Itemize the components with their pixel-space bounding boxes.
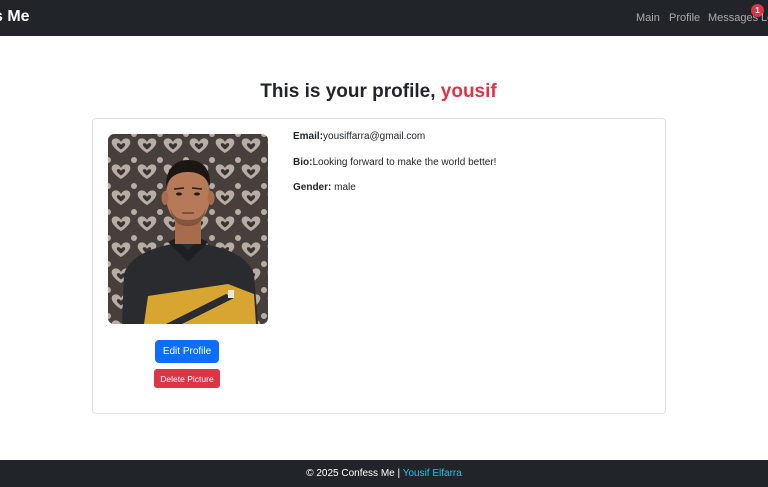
- footer-copyright: © 2025 Confess Me |: [306, 468, 403, 479]
- nav-link-logout[interactable]: Lo: [761, 12, 768, 24]
- profile-bio: Bio:Looking forward to make the world be…: [293, 157, 496, 168]
- profile-username: yousif: [440, 81, 497, 102]
- brand-link[interactable]: s Me: [0, 8, 30, 26]
- profile-gender: Gender: male: [293, 182, 356, 193]
- delete-picture-button[interactable]: Delete Picture: [154, 369, 220, 388]
- page-title: This is your profile, yousif: [0, 81, 757, 103]
- nav-link-messages[interactable]: Messages: [708, 12, 758, 24]
- page-footer: © 2025 Confess Me | Yousif Elfarra: [0, 460, 768, 487]
- gender-label: Gender:: [293, 182, 332, 193]
- nav-link-profile[interactable]: Profile: [669, 12, 700, 24]
- nav-link-main[interactable]: Main: [636, 12, 660, 24]
- gender-value: male: [331, 182, 356, 193]
- top-navbar: s Me Main Profile Messages 1 Lo: [0, 0, 768, 36]
- profile-picture: [108, 134, 268, 324]
- edit-profile-button[interactable]: Edit Profile: [155, 340, 219, 363]
- email-value: yousiffarra@gmail.com: [323, 131, 426, 142]
- profile-email: Email:yousiffarra@gmail.com: [293, 131, 425, 142]
- bio-label: Bio:: [293, 157, 313, 168]
- email-label: Email:: [293, 131, 324, 142]
- page-title-prefix: This is your profile,: [260, 81, 441, 102]
- bio-value: Looking forward to make the world better…: [312, 157, 497, 168]
- footer-author-link[interactable]: Yousif Elfarra: [403, 468, 462, 479]
